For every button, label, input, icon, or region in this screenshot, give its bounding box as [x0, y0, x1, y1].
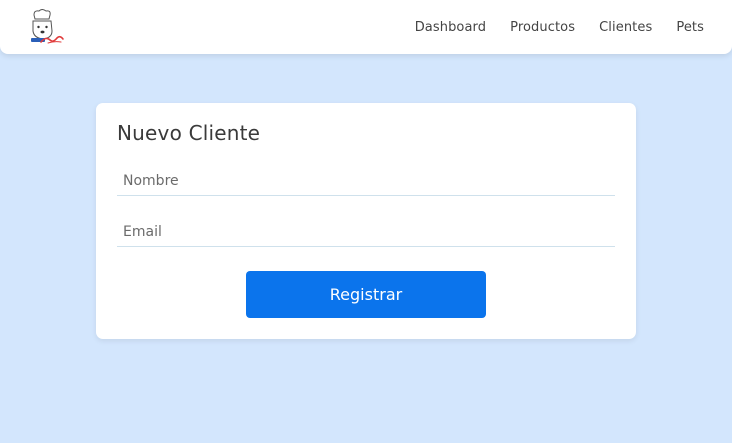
form-title: Nuevo Cliente — [117, 121, 261, 145]
nav-link-pets[interactable]: Pets — [676, 20, 704, 35]
name-field[interactable] — [117, 166, 615, 196]
navbar: Dashboard Productos Clientes Pets — [0, 0, 732, 54]
register-button[interactable]: Registrar — [246, 271, 486, 318]
nav-link-clientes[interactable]: Clientes — [599, 20, 652, 35]
new-client-card: Nuevo Cliente Registrar — [96, 103, 636, 339]
nav-link-productos[interactable]: Productos — [510, 20, 575, 35]
dog-chef-logo-icon[interactable] — [26, 9, 66, 45]
nav-link-dashboard[interactable]: Dashboard — [415, 20, 486, 35]
email-field[interactable] — [117, 217, 615, 247]
nav-links: Dashboard Productos Clientes Pets — [415, 0, 704, 54]
